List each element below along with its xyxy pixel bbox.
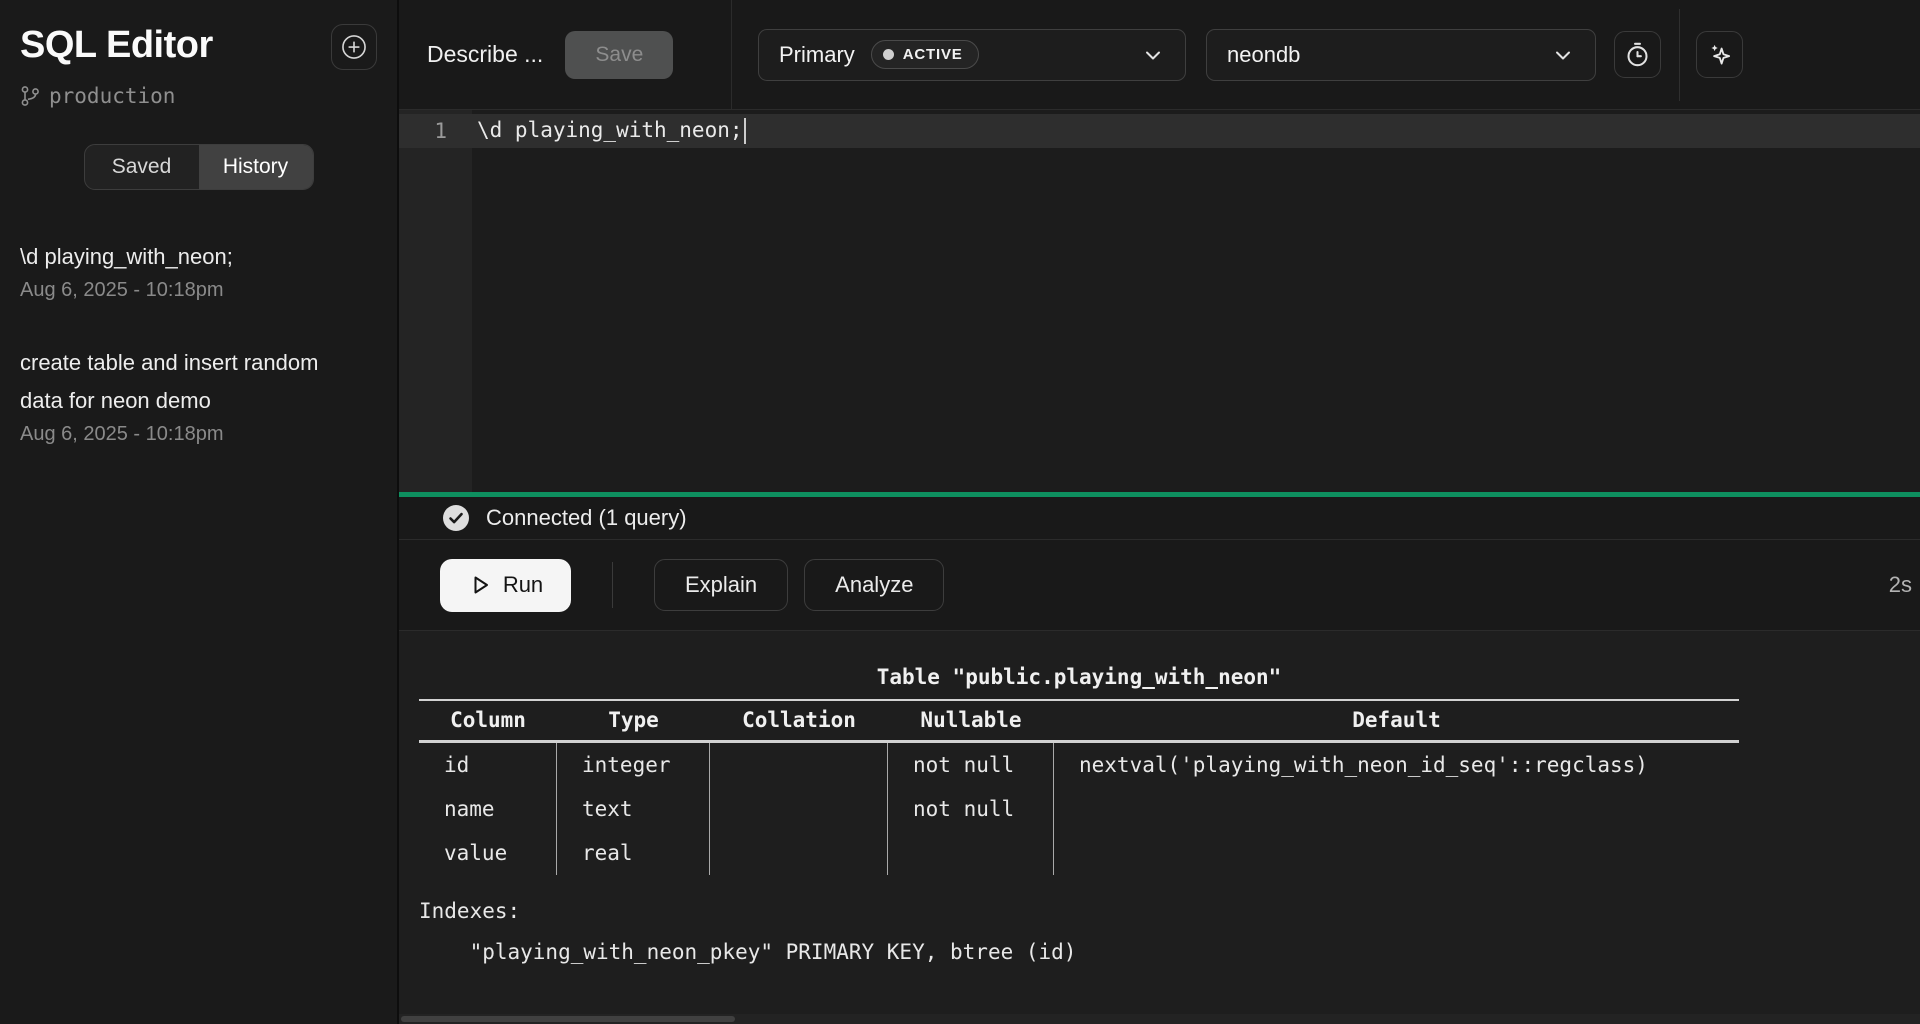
branch-name: production: [49, 84, 175, 108]
history-item-title: create table and insert random data for …: [20, 344, 365, 420]
text-cursor: [744, 118, 746, 144]
connection-controls: Primary ACTIVE neondb: [732, 0, 1920, 109]
result-cell: text: [557, 787, 710, 831]
result-cell: not null: [888, 743, 1054, 787]
stopwatch-icon: [1624, 41, 1651, 68]
sql-code-editor[interactable]: 1 \d playing_with_neon;: [399, 110, 1920, 492]
branch-selector-dropdown[interactable]: Primary ACTIVE: [758, 29, 1186, 81]
result-cell: nextval('playing_with_neon_id_seq'::regc…: [1054, 743, 1739, 787]
connection-status-bar: Connected (1 query): [399, 492, 1920, 540]
sql-editor-app: SQL Editor production Saved History: [0, 0, 1920, 1024]
results-table: ColumnTypeCollationNullableDefault idinte…: [419, 699, 1739, 875]
result-cell: not null: [888, 787, 1054, 831]
database-selector-dropdown[interactable]: neondb: [1206, 29, 1596, 81]
sidebar-header: SQL Editor: [20, 24, 377, 70]
git-branch-icon: [20, 85, 40, 107]
result-cell: integer: [557, 743, 710, 787]
explain-button[interactable]: Explain: [654, 559, 788, 611]
result-cell: name: [419, 787, 557, 831]
chevron-down-icon: [1141, 43, 1165, 67]
result-cell: real: [557, 831, 710, 875]
horizontal-scrollbar-thumb[interactable]: [401, 1016, 735, 1022]
query-timer-button[interactable]: [1614, 31, 1661, 78]
database-selector-value: neondb: [1227, 42, 1300, 68]
query-results-panel: Table "public.playing_with_neon" ColumnT…: [399, 631, 1920, 1024]
index-definition: "playing_with_neon_pkey" PRIMARY KEY, bt…: [419, 932, 1739, 973]
query-duration: 2s: [1889, 572, 1920, 598]
result-cell: [1054, 831, 1739, 875]
history-item-timestamp: Aug 6, 2025 - 10:18pm: [20, 423, 377, 446]
toolbar-divider: [612, 562, 613, 608]
check-circle-icon: [441, 503, 471, 533]
new-query-button[interactable]: [331, 24, 377, 70]
page-title: SQL Editor: [20, 24, 213, 67]
branch-selector-value: Primary: [779, 42, 855, 68]
result-cell: [888, 831, 1054, 875]
result-cell: value: [419, 831, 557, 875]
branch-indicator: production: [20, 84, 377, 108]
history-item[interactable]: create table and insert random data for …: [20, 344, 377, 446]
play-icon: [468, 573, 492, 597]
ai-assist-button[interactable]: [1696, 31, 1743, 78]
history-item-timestamp: Aug 6, 2025 - 10:18pm: [20, 279, 377, 302]
result-column-header: Nullable: [888, 701, 1054, 743]
analyze-button[interactable]: Analyze: [804, 559, 944, 611]
result-cell: id: [419, 743, 557, 787]
query-title: Describe ...: [427, 41, 543, 68]
query-toolbar: Run Explain Analyze 2s: [399, 540, 1920, 631]
query-title-section: Describe ... Save: [399, 0, 732, 109]
editor-active-line[interactable]: 1 \d playing_with_neon;: [399, 114, 1920, 148]
result-column-header: Column: [419, 701, 557, 743]
result-column-header: Collation: [710, 701, 888, 743]
saved-history-toggle: Saved History: [84, 144, 314, 190]
editor-topbar: Describe ... Save Primary ACTIVE: [399, 0, 1920, 110]
topbar-divider: [1679, 9, 1680, 101]
result-column-header: Type: [557, 701, 710, 743]
line-number: 1: [399, 119, 472, 143]
main-panel: Describe ... Save Primary ACTIVE: [399, 0, 1920, 1024]
chevron-down-icon: [1551, 43, 1575, 67]
save-button[interactable]: Save: [565, 31, 673, 79]
connection-status-text: Connected (1 query): [486, 505, 687, 531]
run-button[interactable]: Run: [440, 559, 571, 612]
history-item-title: \d playing_with_neon;: [20, 238, 365, 276]
result-cell: [1054, 787, 1739, 831]
active-status-badge: ACTIVE: [871, 40, 979, 69]
tab-history[interactable]: History: [199, 145, 313, 189]
result-cell: [710, 743, 888, 787]
status-dot-icon: [883, 49, 894, 60]
result-cell: [710, 787, 888, 831]
result-cell: [710, 831, 888, 875]
result-column-header: Default: [1054, 701, 1739, 743]
history-item[interactable]: \d playing_with_neon; Aug 6, 2025 - 10:1…: [20, 238, 377, 302]
result-table-title: Table "public.playing_with_neon": [419, 657, 1739, 698]
sparkles-icon: [1706, 41, 1734, 69]
active-badge-label: ACTIVE: [903, 46, 963, 63]
psql-output: Table "public.playing_with_neon" ColumnT…: [419, 631, 1739, 973]
plus-circle-icon: [341, 34, 367, 60]
editor-gutter: [399, 110, 472, 492]
run-button-label: Run: [503, 572, 543, 598]
code-text: \d playing_with_neon;: [472, 118, 746, 144]
indexes-label: Indexes:: [419, 891, 1739, 932]
history-list: \d playing_with_neon; Aug 6, 2025 - 10:1…: [20, 238, 377, 446]
sidebar: SQL Editor production Saved History: [0, 0, 399, 1024]
tab-saved[interactable]: Saved: [85, 145, 199, 189]
